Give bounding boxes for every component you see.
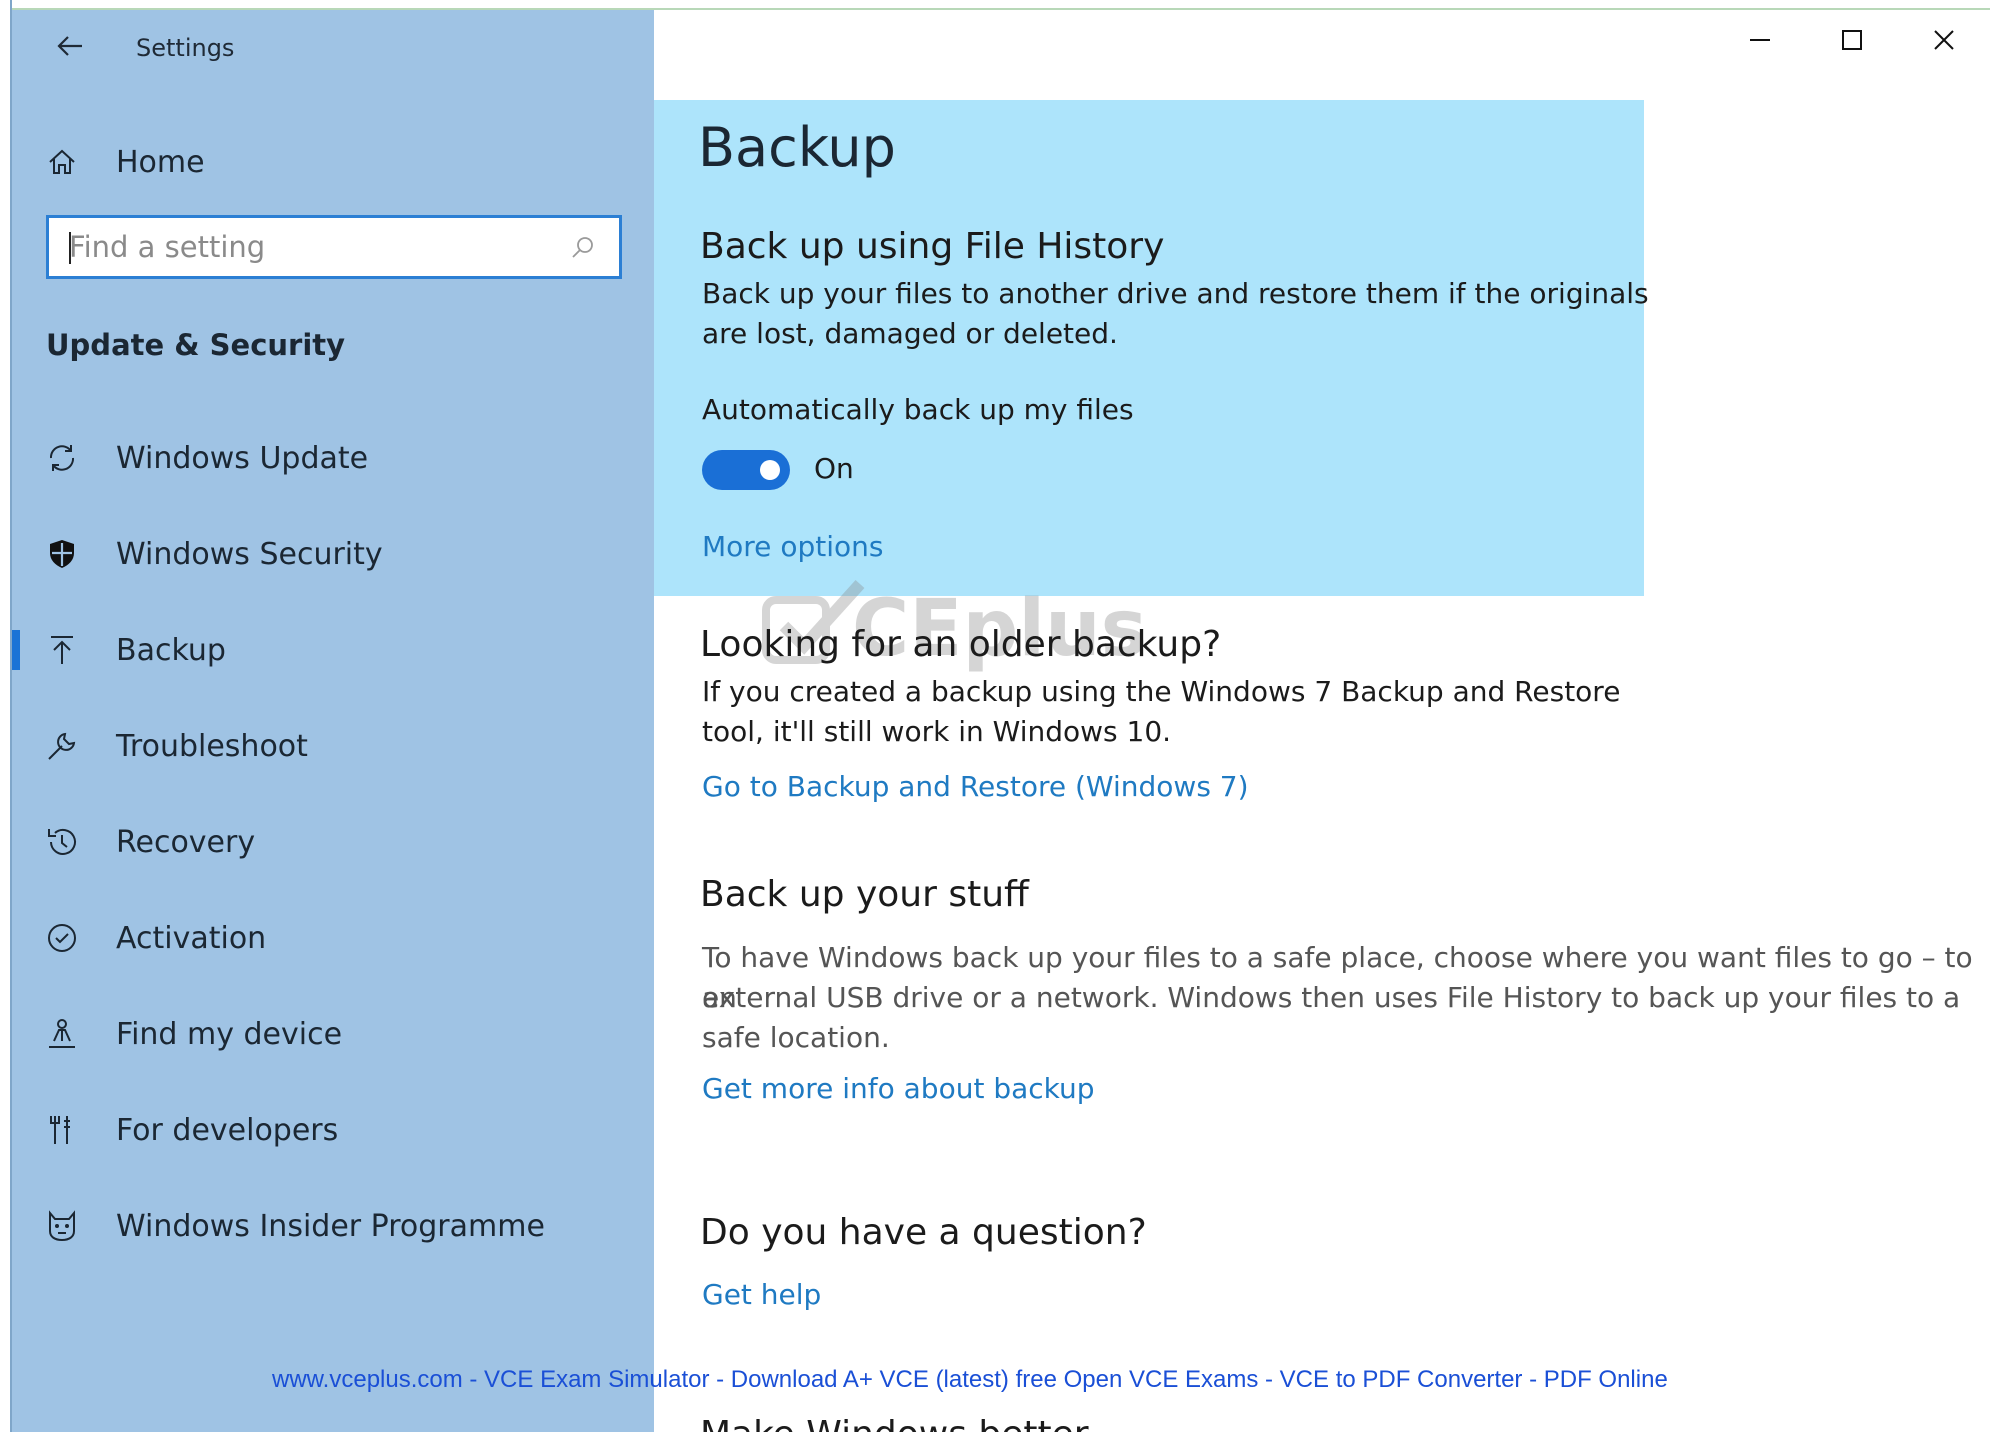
question-heading: Do you have a question? — [700, 1212, 1147, 1253]
search-box[interactable] — [46, 215, 622, 279]
maximize-button[interactable] — [1806, 10, 1898, 70]
file-history-heading: Back up using File History — [700, 226, 1165, 267]
more-info-backup-link[interactable]: Get more info about backup — [702, 1072, 1095, 1105]
text-caret — [69, 232, 71, 264]
history-icon — [42, 822, 82, 862]
sidebar-item-activation[interactable]: Activation — [12, 890, 654, 986]
sidebar-item-label: Recovery — [116, 824, 256, 860]
sidebar-item-label: Windows Update — [116, 440, 369, 476]
get-help-link[interactable]: Get help — [702, 1278, 821, 1311]
file-history-description-line2: are lost, damaged or deleted. — [702, 317, 1118, 350]
upload-arrow-icon — [42, 630, 82, 670]
sidebar-item-home[interactable]: Home — [42, 134, 622, 190]
minimize-button[interactable] — [1714, 10, 1806, 70]
sidebar-item-recovery[interactable]: Recovery — [12, 794, 654, 890]
sidebar-item-label: For developers — [116, 1112, 339, 1148]
file-history-description-line1: Back up your files to another drive and … — [702, 277, 1649, 310]
more-options-link[interactable]: More options — [702, 530, 883, 563]
sidebar-item-label: Home — [116, 144, 205, 180]
back-button[interactable] — [42, 26, 98, 74]
sidebar-item-label: Activation — [116, 920, 267, 956]
close-icon — [1934, 30, 1954, 50]
sidebar-item-find-my-device[interactable]: Find my device — [12, 986, 654, 1082]
toggle-state-label: On — [814, 452, 854, 485]
backup-stuff-description-line2: external USB drive or a network. Windows… — [702, 981, 1961, 1014]
backup-stuff-heading: Back up your stuff — [700, 874, 1029, 915]
sidebar-nav: Windows Update Windows Security Backup T… — [12, 410, 654, 1274]
toggle-knob — [760, 460, 780, 480]
home-icon — [42, 142, 82, 182]
sidebar-item-backup[interactable]: Backup — [12, 602, 654, 698]
make-windows-better-heading: Make Windows better — [700, 1414, 1089, 1432]
sidebar-item-windows-update[interactable]: Windows Update — [12, 410, 654, 506]
older-backup-description-line2: tool, it'll still work in Windows 10. — [702, 715, 1172, 748]
auto-backup-toggle[interactable] — [702, 450, 790, 490]
window-controls — [1714, 10, 1990, 70]
sidebar-item-windows-insider[interactable]: Windows Insider Programme — [12, 1178, 654, 1274]
backup-restore-windows7-link[interactable]: Go to Backup and Restore (Windows 7) — [702, 770, 1249, 803]
minimize-icon — [1750, 39, 1770, 41]
check-circle-icon — [42, 918, 82, 958]
search-input[interactable] — [49, 217, 563, 277]
sidebar-item-windows-security[interactable]: Windows Security — [12, 506, 654, 602]
developer-tools-icon — [42, 1110, 82, 1150]
sync-icon — [42, 438, 82, 478]
sidebar: Settings Home Update & Security — [12, 10, 654, 1432]
settings-window: Settings Home Update & Security — [0, 0, 1990, 1432]
sidebar-item-troubleshoot[interactable]: Troubleshoot — [12, 698, 654, 794]
maximize-icon — [1842, 30, 1862, 50]
older-backup-description-line1: If you created a backup using the Window… — [702, 675, 1621, 708]
insider-cat-icon — [42, 1206, 82, 1246]
sidebar-item-label: Troubleshoot — [116, 728, 308, 764]
shield-icon — [42, 534, 82, 574]
window-top-border — [0, 0, 1990, 10]
close-button[interactable] — [1898, 10, 1990, 70]
sidebar-item-label: Backup — [116, 632, 226, 668]
backup-stuff-description-line3: safe location. — [702, 1021, 890, 1054]
back-arrow-icon — [57, 36, 82, 56]
sidebar-item-label: Find my device — [116, 1016, 343, 1052]
sidebar-item-for-developers[interactable]: For developers — [12, 1082, 654, 1178]
footer-banner: www.vceplus.com - VCE Exam Simulator - D… — [272, 1366, 1668, 1393]
window-left-border — [0, 0, 12, 1432]
sidebar-item-label: Windows Insider Programme — [116, 1208, 545, 1244]
wrench-icon — [42, 726, 82, 766]
search-icon[interactable] — [563, 227, 603, 267]
person-location-icon — [42, 1014, 82, 1054]
page-title: Backup — [698, 116, 896, 179]
section-title: Update & Security — [46, 328, 346, 362]
app-title: Settings — [136, 34, 235, 62]
older-backup-heading: Looking for an older backup? — [700, 624, 1222, 665]
auto-backup-label: Automatically back up my files — [702, 393, 1134, 426]
sidebar-item-label: Windows Security — [116, 536, 383, 572]
